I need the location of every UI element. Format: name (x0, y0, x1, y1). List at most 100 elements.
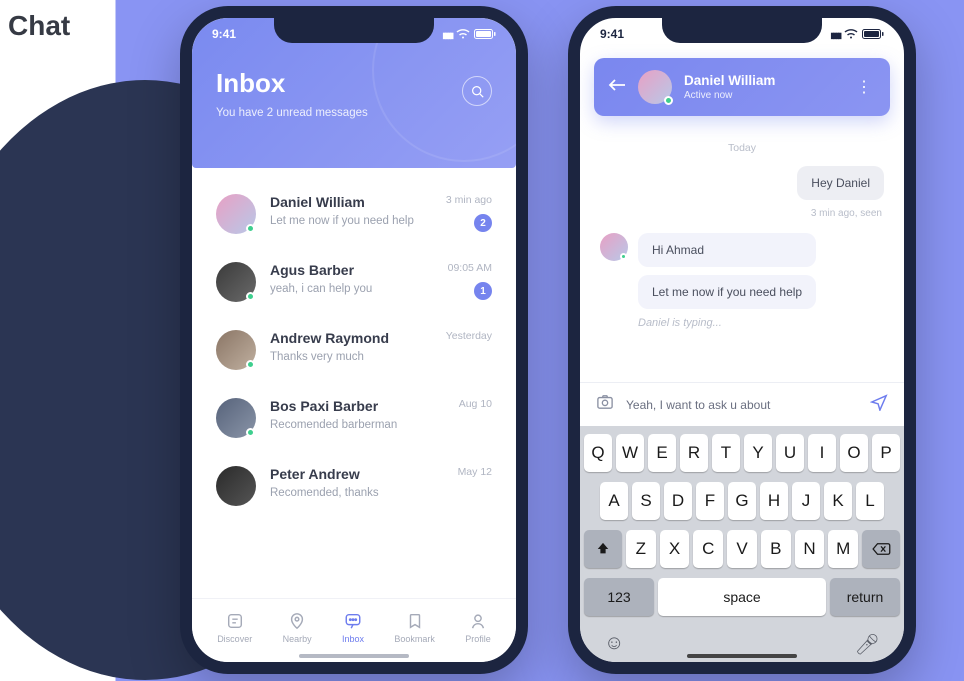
chat-name: Agus Barber (270, 262, 434, 278)
key-return[interactable]: return (830, 578, 900, 616)
tab-discover[interactable]: Discover (217, 611, 252, 644)
battery-icon (474, 29, 496, 39)
avatar (216, 398, 256, 438)
message-list[interactable]: Today Hey Daniel 3 min ago, seen Hi Ahma… (580, 124, 904, 341)
emoji-button[interactable]: ☺ (604, 632, 624, 657)
chat-icon (343, 611, 363, 631)
key-shift[interactable] (584, 530, 622, 568)
wifi-icon (844, 29, 858, 39)
key-h[interactable]: H (760, 482, 788, 520)
key-m[interactable]: M (828, 530, 858, 568)
key-d[interactable]: D (664, 482, 692, 520)
discover-icon (225, 611, 245, 631)
key-c[interactable]: C (693, 530, 723, 568)
online-indicator (246, 292, 255, 301)
message-in[interactable]: Hi Ahmad (638, 233, 816, 267)
arrow-left-icon (608, 78, 626, 92)
chat-name: Andrew Raymond (270, 330, 432, 346)
status-time: 9:41 (600, 27, 624, 41)
online-indicator (246, 360, 255, 369)
menu-button[interactable]: ⋮ (852, 77, 876, 97)
bookmark-icon (405, 611, 425, 631)
pin-icon (287, 611, 307, 631)
key-123[interactable]: 123 (584, 578, 654, 616)
key-x[interactable]: X (660, 530, 690, 568)
page-title: Chat (8, 10, 70, 42)
tab-bookmark[interactable]: Bookmark (394, 611, 435, 644)
shift-icon (596, 542, 610, 556)
send-icon (870, 393, 888, 411)
key-space[interactable]: space (658, 578, 826, 616)
key-f[interactable]: F (696, 482, 724, 520)
tab-label: Bookmark (394, 634, 435, 644)
key-a[interactable]: A (600, 482, 628, 520)
message-input[interactable] (626, 398, 858, 412)
back-button[interactable] (608, 78, 626, 97)
wifi-icon (456, 29, 470, 39)
online-indicator (246, 428, 255, 437)
key-q[interactable]: Q (584, 434, 612, 472)
key-u[interactable]: U (776, 434, 804, 472)
key-r[interactable]: R (680, 434, 708, 472)
tab-label: Discover (217, 634, 252, 644)
chat-item[interactable]: Agus Barber yeah, i can help you 09:05 A… (212, 248, 496, 316)
key-g[interactable]: G (728, 482, 756, 520)
message-in[interactable]: Let me now if you need help (638, 275, 816, 309)
profile-icon (468, 611, 488, 631)
battery-icon (862, 29, 884, 39)
key-w[interactable]: W (616, 434, 644, 472)
chat-item[interactable]: Bos Paxi Barber Recomended barberman Aug… (212, 384, 496, 452)
key-t[interactable]: T (712, 434, 740, 472)
home-indicator[interactable] (299, 654, 409, 658)
message-out[interactable]: Hey Daniel (797, 166, 884, 200)
chat-preview: Recomended, thanks (270, 487, 444, 499)
tab-label: Nearby (283, 634, 312, 644)
key-backspace[interactable] (862, 530, 900, 568)
phone-inbox: 9:41 Inbox You have 2 unread messages Da… (180, 6, 528, 674)
compose-bar (580, 382, 904, 426)
key-z[interactable]: Z (626, 530, 656, 568)
key-o[interactable]: O (840, 434, 868, 472)
status-time: 9:41 (212, 27, 236, 41)
chat-item[interactable]: Andrew Raymond Thanks very much Yesterda… (212, 316, 496, 384)
chat-item[interactable]: Peter Andrew Recomended, thanks May 12 (212, 452, 496, 520)
chat-time: 3 min ago (446, 194, 492, 206)
tab-inbox[interactable]: Inbox (342, 611, 364, 644)
online-indicator (664, 96, 673, 105)
signal-icon (442, 27, 452, 41)
tab-nearby[interactable]: Nearby (283, 611, 312, 644)
key-e[interactable]: E (648, 434, 676, 472)
chat-name: Daniel William (270, 194, 432, 210)
inbox-title: Inbox (216, 68, 492, 99)
key-y[interactable]: Y (744, 434, 772, 472)
chat-time: Yesterday (446, 330, 492, 342)
key-i[interactable]: I (808, 434, 836, 472)
avatar (216, 466, 256, 506)
key-l[interactable]: L (856, 482, 884, 520)
typing-indicator: Daniel is typing... (638, 317, 884, 329)
camera-button[interactable] (596, 394, 614, 415)
send-button[interactable] (870, 393, 888, 416)
avatar (216, 194, 256, 234)
inbox-subtitle: You have 2 unread messages (216, 107, 492, 119)
key-j[interactable]: J (792, 482, 820, 520)
device-notch (662, 17, 822, 43)
key-p[interactable]: P (872, 434, 900, 472)
tab-label: Profile (465, 634, 491, 644)
key-v[interactable]: V (727, 530, 757, 568)
key-s[interactable]: S (632, 482, 660, 520)
tab-profile[interactable]: Profile (465, 611, 491, 644)
search-button[interactable] (462, 76, 492, 106)
chat-name: Bos Paxi Barber (270, 398, 445, 414)
signal-icon (830, 27, 840, 41)
key-b[interactable]: B (761, 530, 791, 568)
chat-preview: Recomended barberman (270, 419, 445, 431)
mic-button[interactable]: 🎤︎ (855, 632, 880, 657)
key-n[interactable]: N (795, 530, 825, 568)
camera-icon (596, 394, 614, 410)
avatar[interactable] (638, 70, 672, 104)
key-k[interactable]: K (824, 482, 852, 520)
chat-item[interactable]: Daniel William Let me now if you need he… (212, 180, 496, 248)
avatar (216, 330, 256, 370)
home-indicator[interactable] (687, 654, 797, 658)
